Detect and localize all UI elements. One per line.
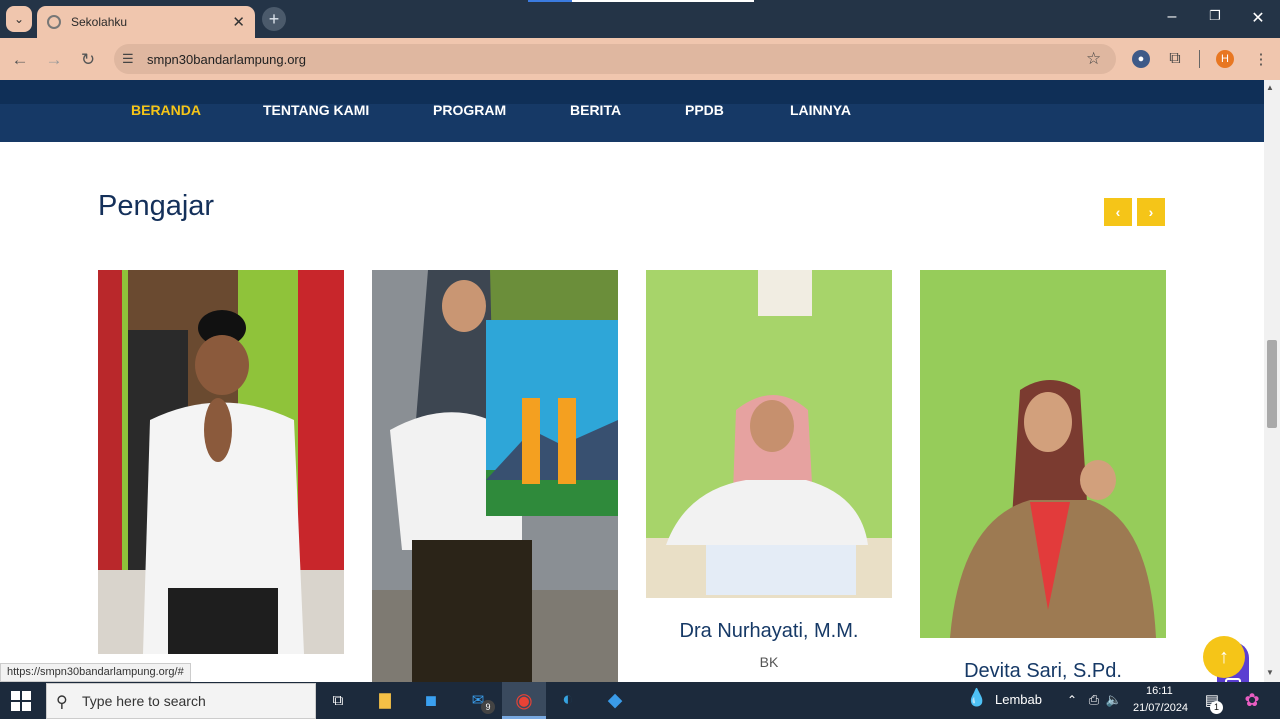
mail-badge: 9 bbox=[481, 700, 495, 714]
globe-icon bbox=[47, 15, 61, 29]
teacher-photo bbox=[920, 270, 1166, 638]
restore-icon[interactable]: ❐ bbox=[1203, 8, 1227, 24]
carousel-next-button[interactable]: › bbox=[1137, 198, 1165, 226]
nav-item-berita[interactable]: BERITA bbox=[570, 102, 621, 118]
forward-icon[interactable]: → bbox=[44, 50, 64, 70]
new-tab-icon[interactable]: + bbox=[262, 7, 286, 31]
search-icon: ⚲ bbox=[56, 694, 68, 711]
site-info-icon[interactable]: ☰ bbox=[122, 51, 138, 67]
scroll-to-top-button[interactable]: ↑ bbox=[1203, 636, 1245, 678]
browser-tab[interactable]: Sekolahku ✕ bbox=[37, 6, 255, 38]
weather-icon[interactable]: 💧 bbox=[966, 688, 987, 708]
taskbar-search-placeholder[interactable]: Type here to search bbox=[82, 693, 206, 709]
progress-marker-track bbox=[572, 0, 754, 2]
weather-text[interactable]: Lembab bbox=[995, 692, 1042, 707]
teacher-photo bbox=[372, 270, 618, 682]
tab-search-icon[interactable]: ⌄ bbox=[6, 6, 32, 32]
close-tab-icon[interactable]: ✕ bbox=[232, 13, 245, 31]
minimize-icon[interactable]: – bbox=[1160, 8, 1184, 26]
teacher-photo bbox=[646, 270, 892, 598]
nav-item-lainnya[interactable]: LAINNYA bbox=[790, 102, 851, 118]
section-title: Pengajar bbox=[98, 190, 215, 222]
close-window-icon[interactable]: ✕ bbox=[1246, 8, 1270, 28]
windows-start-icon[interactable] bbox=[10, 690, 32, 712]
url-text[interactable]: smpn30bandarlampung.org bbox=[147, 52, 306, 67]
vscode-icon[interactable]: ◆ bbox=[603, 688, 627, 712]
edge-icon[interactable]: ◐ bbox=[556, 688, 580, 712]
extensions-puzzle-icon[interactable]: ⧉ bbox=[1166, 50, 1184, 68]
store-icon[interactable]: ◼ bbox=[419, 688, 443, 712]
notification-badge: 1 bbox=[1210, 701, 1223, 714]
clock-date[interactable]: 21/07/2024 bbox=[1133, 702, 1188, 714]
menu-kebab-icon[interactable]: ⋮ bbox=[1252, 50, 1270, 68]
volume-icon[interactable]: 🔈 bbox=[1102, 688, 1126, 712]
nav-item-beranda[interactable]: BERANDA bbox=[131, 102, 201, 118]
carousel-prev-button[interactable]: ‹ bbox=[1104, 198, 1132, 226]
toolbar-divider bbox=[1199, 50, 1200, 68]
web-page: BERANDA TENTANG KAMI PROGRAM BERITA PPDB… bbox=[0, 80, 1264, 682]
scroll-thumb[interactable] bbox=[1267, 340, 1277, 428]
navbar-top-band bbox=[0, 80, 1264, 104]
teacher-photo bbox=[98, 270, 344, 654]
nav-item-program[interactable]: PROGRAM bbox=[433, 102, 506, 118]
show-hidden-icons[interactable]: ⌃ bbox=[1060, 688, 1084, 712]
progress-marker bbox=[528, 0, 572, 2]
teacher-name: Dra Nurhayati, M.M. bbox=[679, 620, 859, 642]
tab-title: Sekolahku bbox=[71, 15, 128, 29]
chrome-icon[interactable]: ◉ bbox=[512, 688, 536, 712]
nav-item-tentang-kami[interactable]: TENTANG KAMI bbox=[263, 102, 369, 118]
clock-time[interactable]: 16:11 bbox=[1146, 685, 1173, 697]
reload-icon[interactable]: ↻ bbox=[78, 50, 98, 70]
scroll-down-icon[interactable]: ▼ bbox=[1266, 668, 1274, 677]
browser-tabstrip: ⌄ Sekolahku ✕ + – ❐ ✕ bbox=[0, 0, 1280, 38]
nav-item-ppdb[interactable]: PPDB bbox=[685, 102, 724, 118]
copilot-icon[interactable]: ✿ bbox=[1240, 688, 1264, 712]
site-navbar: BERANDA TENTANG KAMI PROGRAM BERITA PPDB… bbox=[0, 80, 1264, 142]
teacher-name: Devita Sari, S.Pd. bbox=[964, 660, 1122, 682]
file-explorer-icon[interactable]: ▇ bbox=[373, 688, 397, 712]
extension-icon[interactable]: ● bbox=[1132, 50, 1150, 68]
back-icon[interactable]: ← bbox=[10, 50, 30, 70]
scroll-up-icon[interactable]: ▲ bbox=[1266, 83, 1274, 92]
profile-avatar[interactable]: H bbox=[1216, 50, 1234, 68]
link-status-url: https://smpn30bandarlampung.org/# bbox=[0, 663, 191, 682]
teacher-role: BK bbox=[759, 654, 779, 670]
bookmark-star-icon[interactable]: ☆ bbox=[1086, 49, 1101, 69]
task-view-icon[interactable]: ⧉ bbox=[326, 688, 350, 712]
